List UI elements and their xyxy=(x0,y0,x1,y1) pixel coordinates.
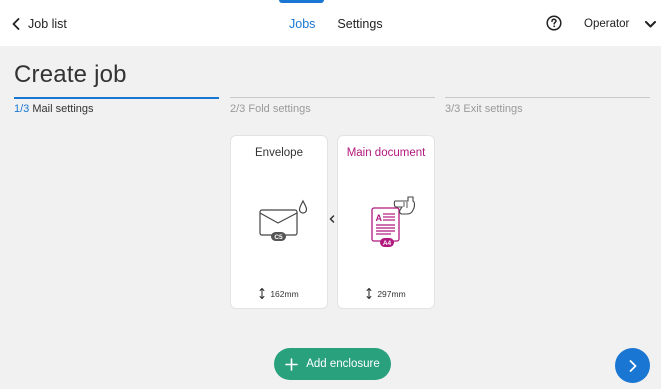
back-label: Job list xyxy=(28,17,67,31)
step-mail-settings[interactable]: 1/3 Mail settings xyxy=(14,96,219,117)
page-title: Create job xyxy=(14,61,127,88)
envelope-size-value: 162mm xyxy=(270,288,299,299)
active-tab-indicator xyxy=(279,0,324,3)
add-enclosure-label: Add enclosure xyxy=(306,358,380,370)
chevron-left-icon xyxy=(12,18,20,30)
envelope-card-title: Envelope xyxy=(255,147,303,159)
tab-settings[interactable]: Settings xyxy=(337,15,382,33)
step-number: 3/3 xyxy=(445,103,461,115)
step-label: 1/3 Mail settings xyxy=(14,103,94,115)
chevron-right-icon xyxy=(629,359,636,372)
help-circle-icon[interactable] xyxy=(546,15,562,31)
step-progress-bar xyxy=(445,97,650,98)
document-size-value: 297mm xyxy=(377,288,406,299)
step-fold-settings[interactable]: 2/3 Fold settings xyxy=(230,97,435,117)
envelope-size: 162mm xyxy=(231,288,327,299)
plus-icon xyxy=(285,357,299,371)
step-label: 3/3 Exit settings xyxy=(445,103,523,115)
top-bar: Job list Jobs Settings Operator xyxy=(0,0,661,46)
tab-jobs[interactable]: Jobs xyxy=(289,15,315,33)
add-enclosure-button[interactable]: Add enclosure xyxy=(274,348,391,380)
envelope-icon: C5 xyxy=(259,199,307,241)
step-number: 2/3 xyxy=(230,103,246,115)
main-tabs: Jobs Settings xyxy=(289,15,383,33)
step-text: Fold settings xyxy=(248,103,311,115)
step-exit-settings[interactable]: 3/3 Exit settings xyxy=(445,97,650,117)
main-document-card[interactable]: Main document A A4 297mm xyxy=(337,135,435,309)
step-progress-bar xyxy=(14,96,219,99)
svg-text:A: A xyxy=(376,213,383,223)
document-size: 297mm xyxy=(338,288,434,299)
step-text: Mail settings xyxy=(32,103,94,115)
next-step-button[interactable] xyxy=(615,348,650,383)
document-format-badge: A4 xyxy=(383,240,392,247)
step-label: 2/3 Fold settings xyxy=(230,103,311,115)
height-arrow-icon xyxy=(259,288,265,299)
back-to-job-list-button[interactable]: Job list xyxy=(12,15,67,33)
chevron-down-icon xyxy=(645,20,657,27)
step-number: 1/3 xyxy=(14,103,30,115)
height-arrow-icon xyxy=(366,288,372,299)
step-progress-bar xyxy=(230,97,435,98)
document-hand-icon: A A4 xyxy=(371,196,416,247)
user-menu[interactable]: Operator xyxy=(584,15,657,33)
step-text: Exit settings xyxy=(463,103,523,115)
chevron-left-small-icon[interactable] xyxy=(329,215,335,223)
envelope-format-badge: C5 xyxy=(274,234,283,241)
main-document-card-title: Main document xyxy=(346,147,426,159)
user-label: Operator xyxy=(584,18,630,30)
envelope-card[interactable]: Envelope C5 162mm xyxy=(230,135,328,309)
